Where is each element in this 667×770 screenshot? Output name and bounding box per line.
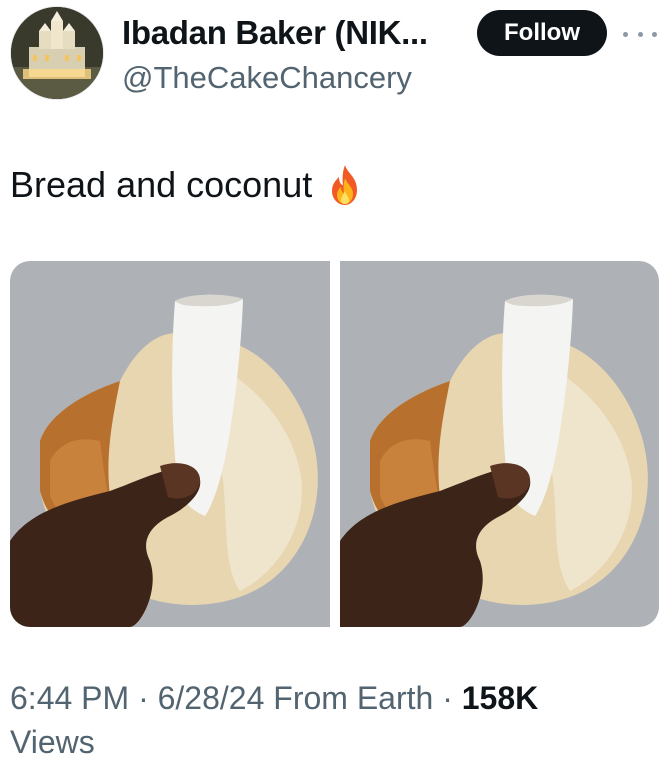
author-display-name[interactable]: Ibadan Baker (NIK... xyxy=(122,14,428,52)
tweet-time[interactable]: 6:44 PM xyxy=(10,680,129,716)
follow-button[interactable]: Follow xyxy=(477,10,607,56)
photo-2[interactable] xyxy=(339,261,659,627)
castle-cake-avatar-icon xyxy=(11,7,103,99)
dot xyxy=(652,31,657,37)
bread-coconut-photo xyxy=(339,261,659,627)
author-handle[interactable]: @TheCakeChancery xyxy=(122,60,412,96)
views-label: Views xyxy=(10,724,95,760)
tweet-text-row: Bread and coconut xyxy=(10,164,362,206)
tweet-card: Ibadan Baker (NIK... @TheCakeChancery Fo… xyxy=(0,0,667,770)
dot xyxy=(637,31,643,37)
dot xyxy=(623,31,628,37)
views-count[interactable]: 158K xyxy=(462,680,539,716)
photo-1[interactable] xyxy=(10,261,330,627)
bread-coconut-photo xyxy=(10,261,330,627)
meta-separator: · xyxy=(138,680,149,716)
tweet-text: Bread and coconut xyxy=(10,164,313,205)
tweet-metadata: 6:44 PM · 6/28/24 From Earth · 158K View… xyxy=(10,676,630,764)
author-avatar[interactable] xyxy=(11,7,103,99)
meta-separator: · xyxy=(442,680,453,716)
tweet-source: From Earth xyxy=(273,680,434,716)
tweet-date[interactable]: 6/28/24 xyxy=(158,680,265,716)
media-grid xyxy=(10,261,659,627)
more-options-icon[interactable] xyxy=(623,24,657,44)
fire-icon xyxy=(332,165,358,205)
